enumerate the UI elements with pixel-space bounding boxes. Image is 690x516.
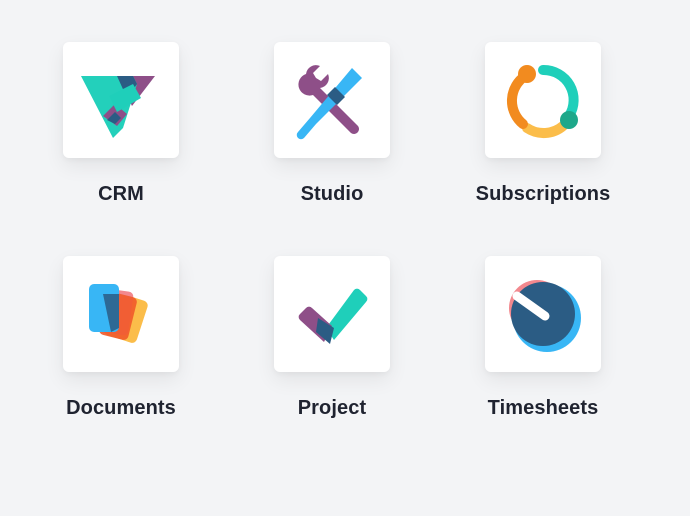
app-tile[interactable] — [274, 42, 390, 158]
app-project[interactable]: Project — [252, 256, 412, 456]
app-label: Timesheets — [487, 397, 599, 419]
documents-icon — [89, 284, 148, 343]
app-label: Subscriptions — [475, 183, 611, 205]
project-icon — [298, 288, 368, 344]
app-label: Documents — [66, 397, 176, 419]
app-tile[interactable] — [485, 42, 601, 158]
app-documents[interactable]: Documents — [41, 256, 201, 456]
apps-grid: CRM Studio Subscriptions Documents Proje… — [0, 0, 690, 516]
app-tile[interactable] — [485, 256, 601, 372]
subscriptions-icon — [506, 64, 579, 139]
crm-icon — [81, 76, 155, 138]
app-tile[interactable] — [63, 256, 179, 372]
app-tile[interactable] — [63, 42, 179, 158]
app-studio[interactable]: Studio — [252, 42, 412, 242]
app-crm[interactable]: CRM — [41, 42, 201, 242]
app-label: CRM — [98, 183, 144, 205]
timesheets-icon — [509, 280, 581, 352]
app-subscriptions[interactable]: Subscriptions — [463, 42, 623, 242]
app-tile[interactable] — [274, 256, 390, 372]
app-timesheets[interactable]: Timesheets — [463, 256, 623, 456]
app-label: Studio — [300, 183, 364, 205]
app-label: Project — [297, 397, 367, 419]
studio-icon — [296, 65, 362, 140]
